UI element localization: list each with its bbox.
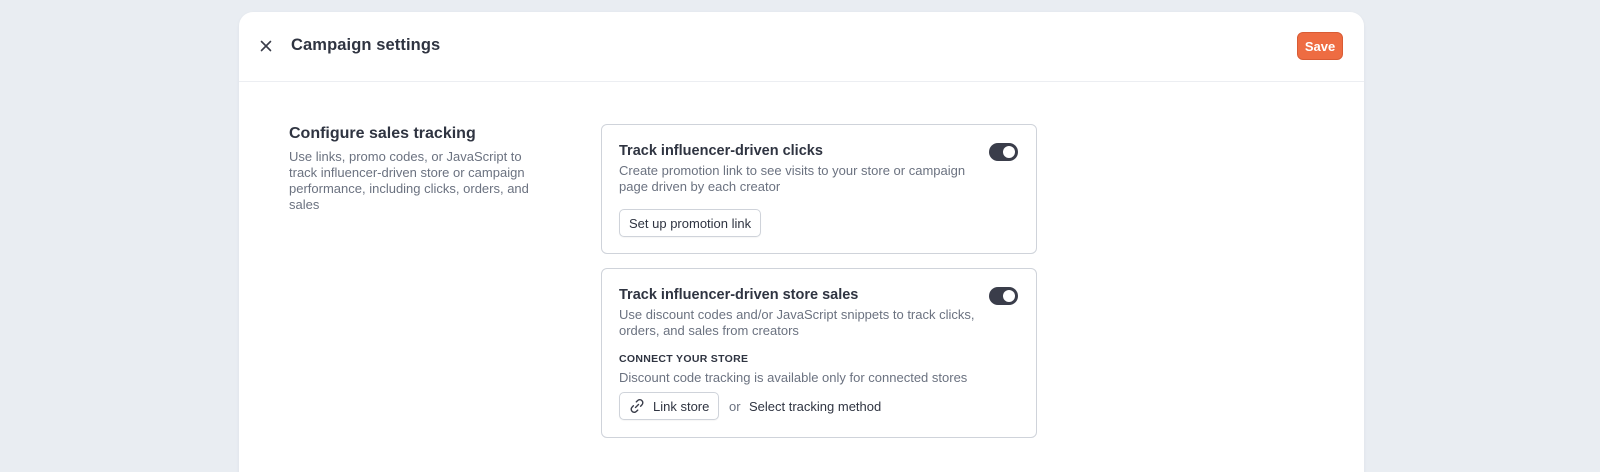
- connect-store-heading: CONNECT YOUR STORE: [619, 353, 749, 365]
- close-button[interactable]: [256, 36, 276, 56]
- toggle-knob: [1003, 146, 1015, 158]
- card-description: Use discount codes and/or JavaScript sni…: [619, 307, 975, 338]
- section-title: Configure sales tracking: [289, 125, 476, 142]
- campaign-settings-modal: Campaign settings Save Configure sales t…: [239, 12, 1364, 472]
- link-icon: [630, 399, 644, 413]
- setup-promotion-link-button[interactable]: Set up promotion link: [619, 209, 762, 237]
- link-store-button[interactable]: Link store: [619, 392, 720, 420]
- track-store-sales-toggle[interactable]: [989, 287, 1018, 305]
- modal-header: Campaign settings Save: [239, 12, 1364, 82]
- page-title: Campaign settings: [291, 36, 441, 54]
- link-store-label: Link store: [653, 398, 710, 414]
- toggle-knob: [1003, 290, 1015, 302]
- close-icon: [260, 40, 272, 52]
- connect-store-description: Discount code tracking is available only…: [619, 370, 968, 385]
- card-description: Create promotion link to see visits to y…: [619, 163, 966, 194]
- select-tracking-method-link[interactable]: Select tracking method: [749, 399, 881, 414]
- section-description: Use links, promo codes, or JavaScript to…: [289, 149, 529, 212]
- track-clicks-card: Track influencer-driven clicks Create pr…: [601, 124, 1037, 254]
- track-store-sales-card: Track influencer-driven store sales Use …: [601, 268, 1037, 438]
- save-button[interactable]: Save: [1297, 32, 1343, 60]
- or-separator: or: [729, 399, 741, 414]
- card-title: Track influencer-driven store sales: [619, 287, 859, 303]
- section-intro: Configure sales tracking Use links, prom…: [289, 125, 549, 213]
- card-title: Track influencer-driven clicks: [619, 143, 823, 159]
- track-clicks-toggle[interactable]: [989, 143, 1018, 161]
